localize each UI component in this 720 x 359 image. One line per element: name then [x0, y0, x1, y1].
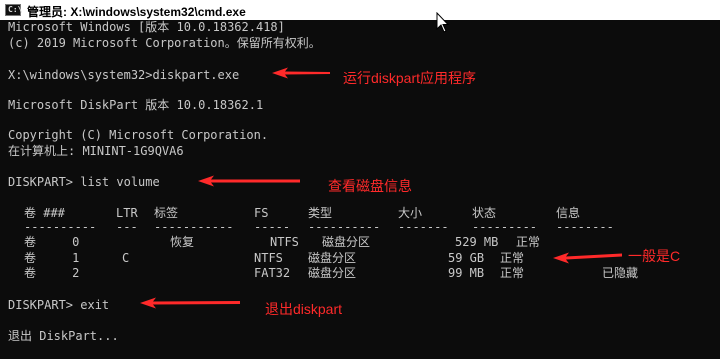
cmd-icon: C:\ — [5, 4, 23, 16]
arrow-icon — [553, 252, 622, 264]
arrow-icon — [272, 67, 330, 79]
annotation-run-diskpart: 运行diskpart应用程序 — [343, 70, 477, 86]
annotation-usually-c: 一般是C — [628, 248, 681, 264]
arrow-icon — [198, 175, 300, 187]
mouse-cursor-icon — [436, 12, 450, 33]
title-bar[interactable]: C:\ 管理员: X:\windows\system32\cmd.exe — [0, 0, 720, 21]
cmd-icon-glyph: C:\ — [8, 5, 23, 14]
arrow-icon — [140, 297, 240, 309]
annotation-exit-diskpart: 退出diskpart — [265, 301, 343, 317]
console-output[interactable]: Microsoft Windows [版本 10.0.18362.418] (c… — [0, 20, 720, 359]
window-title: 管理员: X:\windows\system32\cmd.exe — [27, 5, 246, 19]
annotation-view-disk-info: 查看磁盘信息 — [328, 178, 412, 194]
